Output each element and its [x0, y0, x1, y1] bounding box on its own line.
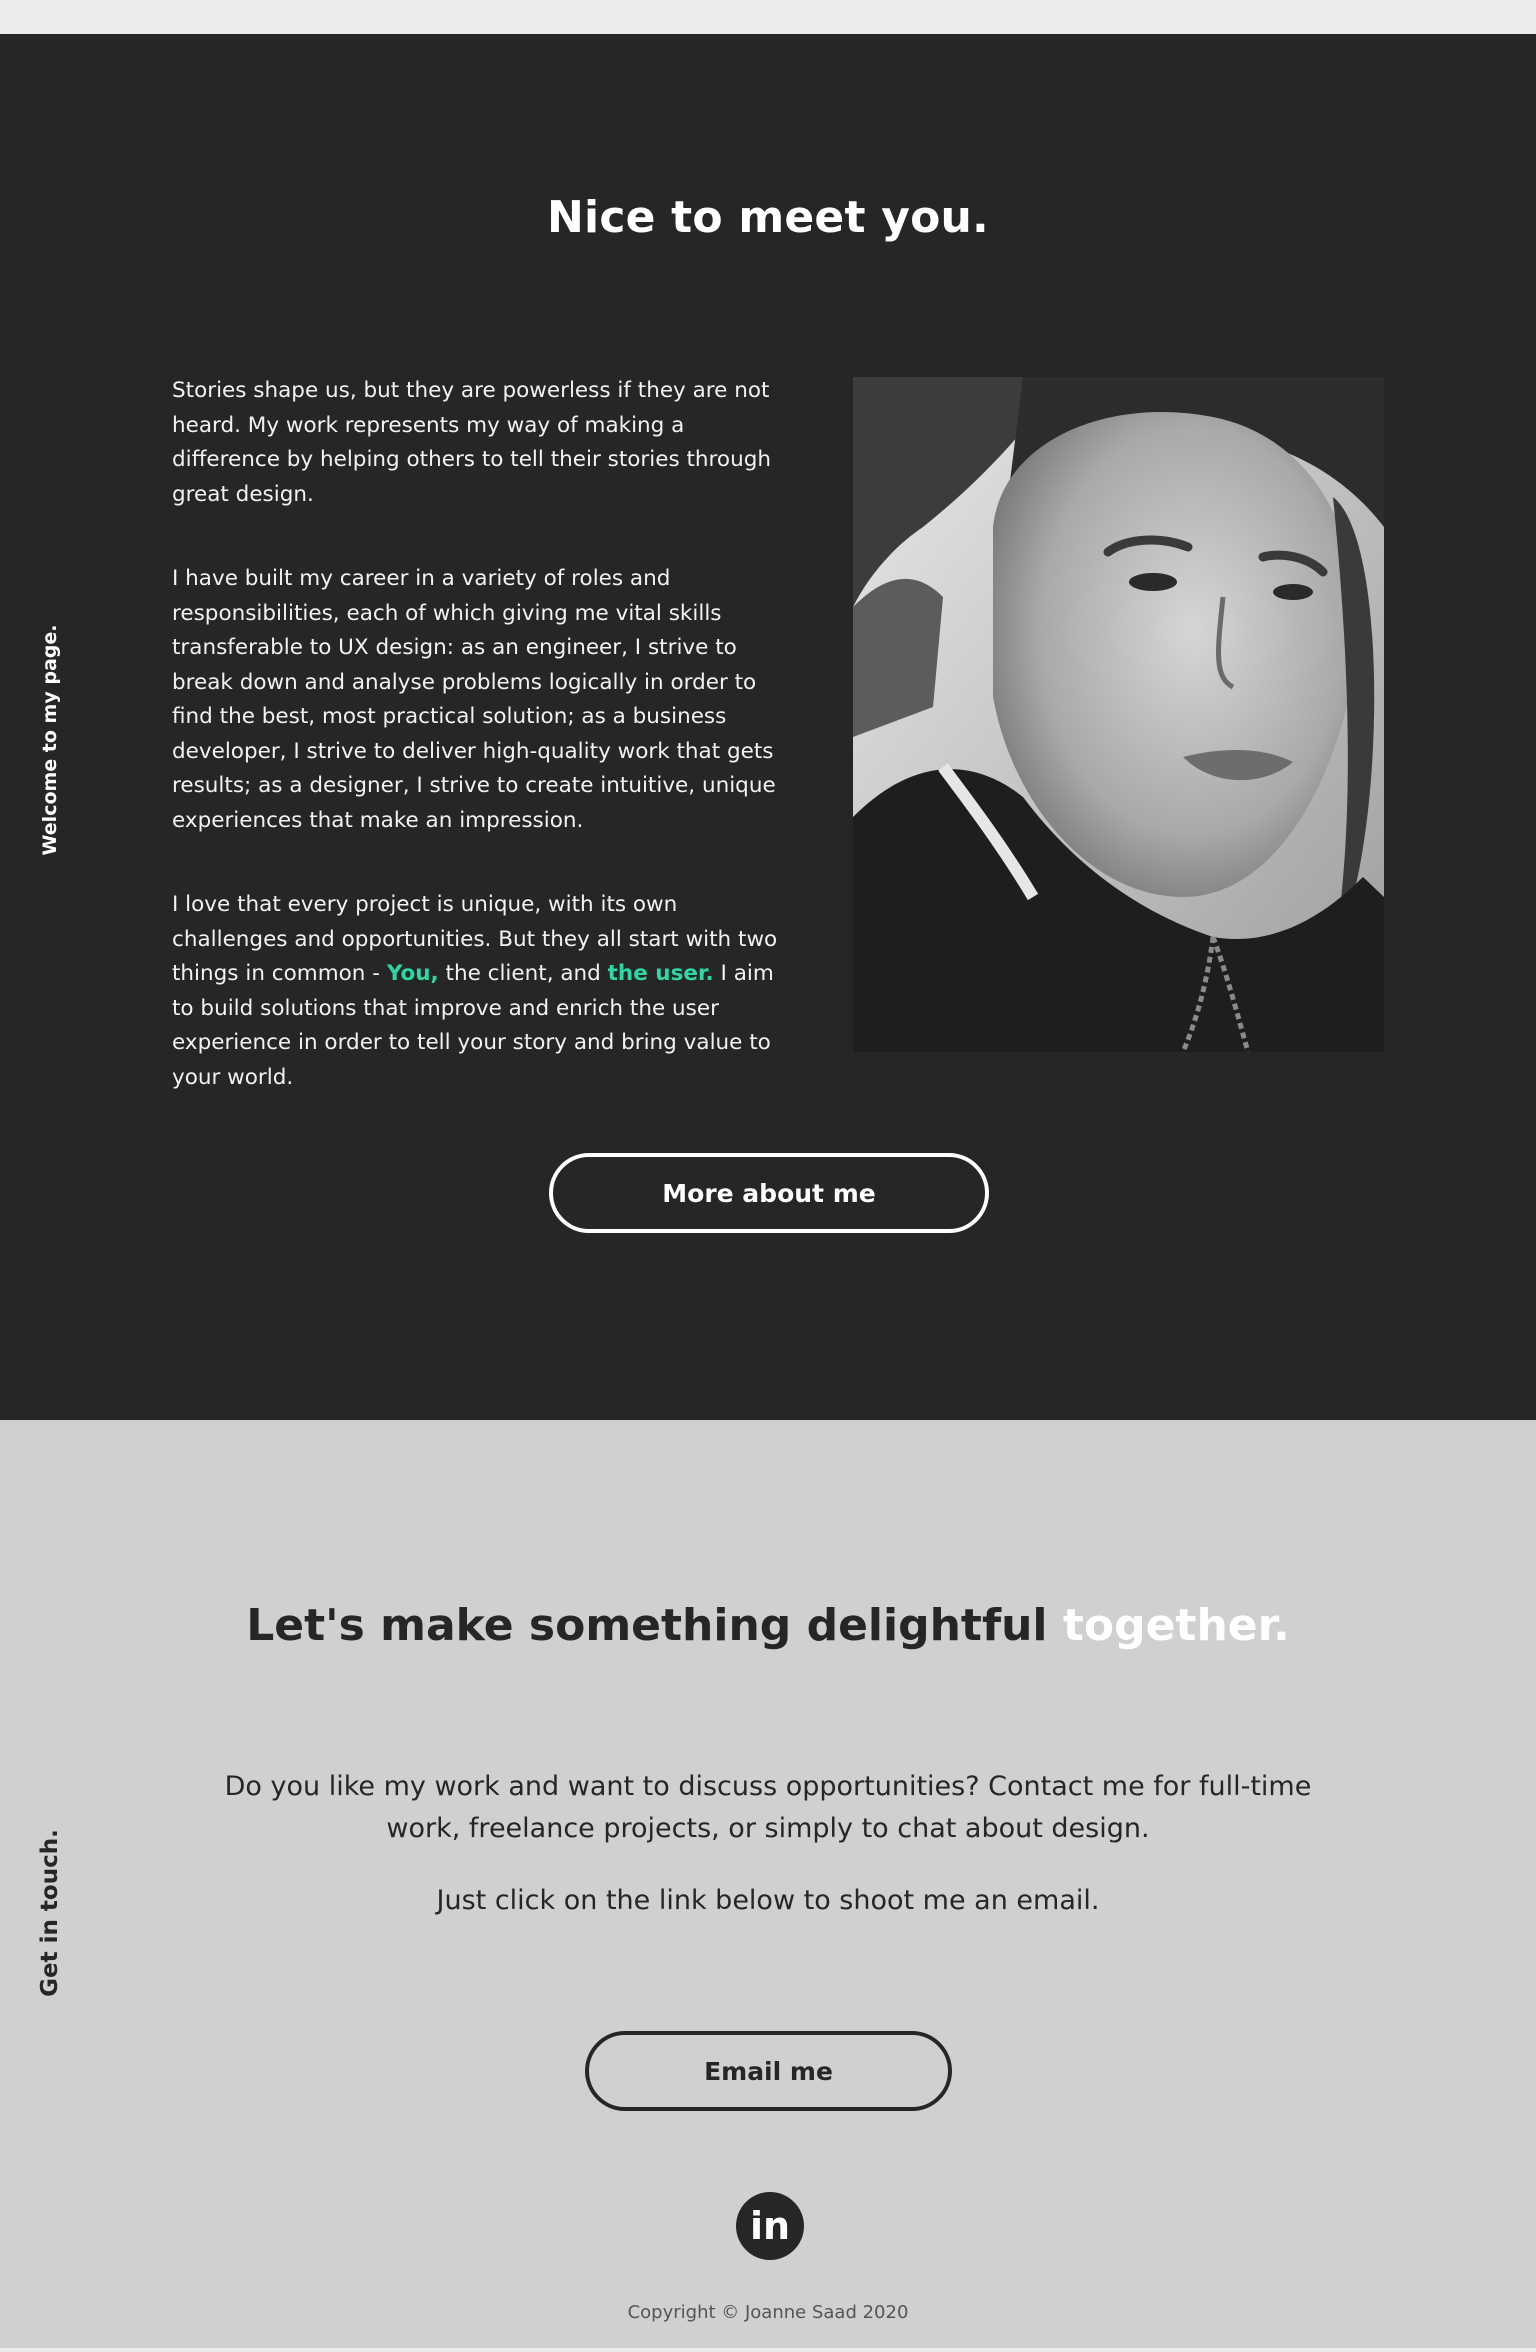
contact-title: Let's make something delightful together… — [0, 1600, 1536, 1651]
welcome-side-label: Welcome to my page. — [39, 624, 61, 856]
top-bar — [0, 0, 1536, 34]
p3-text-b: the client, and — [438, 961, 608, 986]
more-about-me-button[interactable]: More about me — [549, 1153, 989, 1233]
about-section: Welcome to my page. Nice to meet you. St… — [0, 34, 1536, 1420]
contact-paragraph-2: Just click on the link below to shoot me… — [436, 1885, 1100, 1916]
get-in-touch-side-label: Get in touch. — [37, 1829, 63, 1997]
highlight-you: You, — [386, 961, 439, 986]
highlight-user: the user. — [607, 961, 714, 986]
linkedin-icon[interactable]: in — [736, 2192, 804, 2260]
email-me-button[interactable]: Email me — [585, 2031, 952, 2111]
about-title: Nice to meet you. — [547, 192, 989, 243]
copyright-text: Copyright © Joanne Saad 2020 — [627, 2302, 909, 2323]
contact-text: Do you like my work and want to discuss … — [220, 1766, 1316, 1952]
about-paragraph-2: I have built my career in a variety of r… — [172, 566, 776, 833]
contact-title-main: Let's make something delightful — [246, 1600, 1063, 1651]
contact-title-highlight: together. — [1062, 1600, 1290, 1651]
bottom-divider — [0, 2348, 1536, 2352]
about-paragraph-1: Stories shape us, but they are powerless… — [172, 378, 771, 507]
about-text: Stories shape us, but they are powerless… — [172, 374, 782, 1145]
portrait-photo — [853, 377, 1384, 1052]
about-paragraph-3: I love that every project is unique, wit… — [172, 888, 782, 1095]
contact-paragraph-1: Do you like my work and want to discuss … — [224, 1771, 1312, 1844]
